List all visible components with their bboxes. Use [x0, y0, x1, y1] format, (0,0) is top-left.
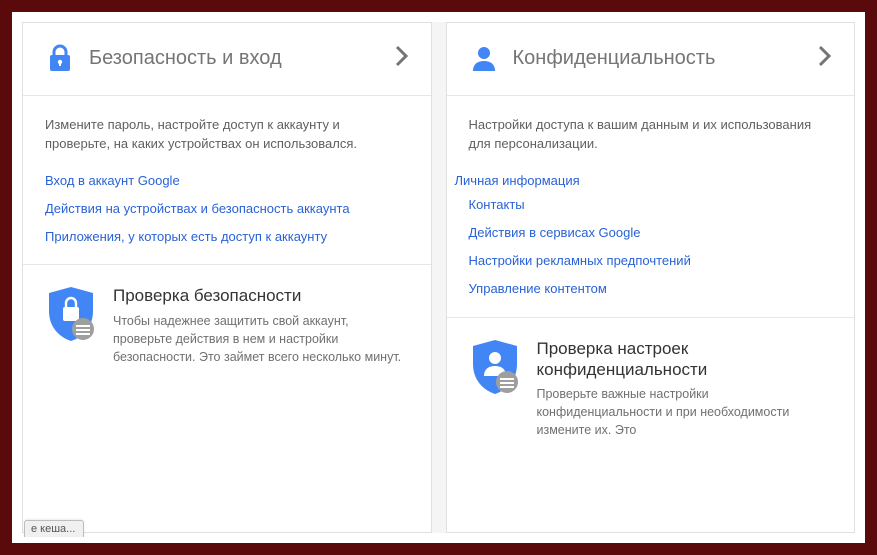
- status-tab: е кеша...: [24, 520, 84, 537]
- link-google-activity[interactable]: Действия в сервисах Google: [469, 224, 833, 242]
- security-body: Измените пароль, настройте доступ к акка…: [23, 96, 431, 366]
- privacy-check-title: Проверка настроек конфиденциальности: [537, 338, 833, 381]
- link-device-activity[interactable]: Действия на устройствах и безопасность а…: [45, 200, 409, 218]
- chevron-right-icon: [818, 45, 832, 72]
- link-connected-apps[interactable]: Приложения, у которых есть доступ к акка…: [45, 228, 409, 246]
- privacy-title: Конфиденциальность: [513, 47, 819, 70]
- person-icon: [469, 43, 499, 73]
- security-check-card[interactable]: Проверка безопасности Чтобы надежнее защ…: [23, 264, 431, 366]
- shield-lock-icon: [45, 285, 97, 343]
- security-check-desc: Чтобы надежнее защитить свой аккаунт, пр…: [113, 312, 409, 366]
- link-personal-info[interactable]: Личная информация: [455, 172, 580, 190]
- privacy-check-card[interactable]: Проверка настроек конфиденциальности Про…: [447, 317, 855, 440]
- privacy-body: Настройки доступа к вашим данным и их ис…: [447, 96, 855, 440]
- shield-person-icon: [469, 338, 521, 396]
- link-contacts[interactable]: Контакты: [469, 196, 833, 214]
- security-title: Безопасность и вход: [89, 47, 395, 70]
- link-ads-settings[interactable]: Настройки рекламных предпочтений: [469, 252, 833, 270]
- lock-icon: [45, 43, 75, 73]
- privacy-check-text: Проверка настроек конфиденциальности Про…: [537, 338, 833, 440]
- highlight-personal-info: Личная информация: [455, 172, 580, 190]
- security-check-title: Проверка безопасности: [113, 285, 409, 306]
- security-header[interactable]: Безопасность и вход: [23, 23, 431, 96]
- link-content-control[interactable]: Управление контентом: [469, 280, 833, 298]
- security-card: Безопасность и вход Измените пароль, нас…: [22, 22, 432, 533]
- link-signin[interactable]: Вход в аккаунт Google: [45, 172, 409, 190]
- chevron-right-icon: [395, 45, 409, 72]
- security-links: Вход в аккаунт Google Действия на устрой…: [45, 172, 409, 247]
- privacy-card: Конфиденциальность Настройки доступа к в…: [446, 22, 856, 533]
- privacy-header[interactable]: Конфиденциальность: [447, 23, 855, 96]
- security-check-text: Проверка безопасности Чтобы надежнее защ…: [113, 285, 409, 366]
- privacy-links: Личная информация Контакты Действия в се…: [469, 172, 833, 299]
- security-desc: Измените пароль, настройте доступ к акка…: [45, 116, 409, 154]
- privacy-check-desc: Проверьте важные настройки конфиденциаль…: [537, 385, 833, 439]
- privacy-desc: Настройки доступа к вашим данным и их ис…: [469, 116, 833, 154]
